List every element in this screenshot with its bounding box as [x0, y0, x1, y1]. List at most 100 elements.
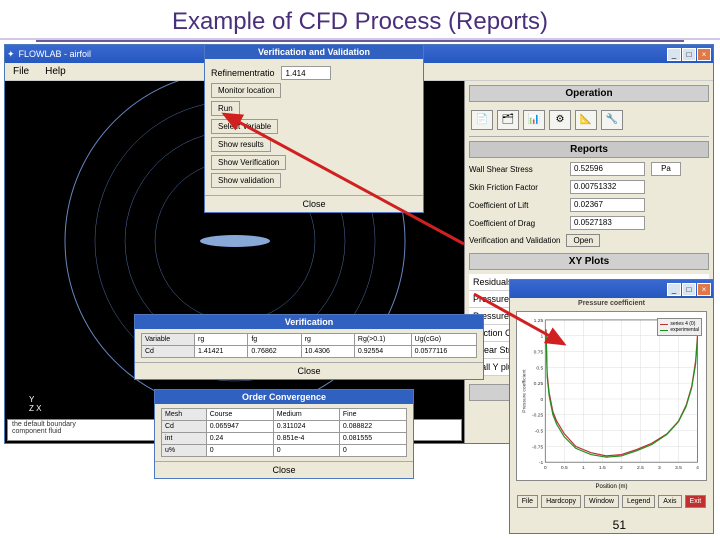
op-icon-5[interactable]: 📐 [575, 110, 597, 130]
order-conv-dialog: Order Convergence Mesh Course Medium Fin… [154, 389, 414, 479]
table-cell: Medium [273, 409, 339, 421]
chart-window-button[interactable]: Window [584, 495, 619, 508]
table-cell: 0 [206, 445, 273, 457]
table-cell: 0 [273, 445, 339, 457]
svg-text:-1: -1 [539, 460, 544, 466]
svg-text:0.75: 0.75 [534, 350, 544, 356]
table-cell: Variable [142, 334, 195, 346]
show-validation-button[interactable]: Show validation [211, 173, 281, 188]
show-verification-button[interactable]: Show Verification [211, 155, 286, 170]
table-cell: 10.4306 [301, 346, 354, 358]
chart-window: _ □ × Pressure coefficient -1-0.75-0.5-0… [509, 279, 714, 534]
verification-close[interactable]: Close [135, 362, 483, 379]
show-results-button[interactable]: Show results [211, 137, 271, 152]
chart-legend: series 4 (0) experimental [657, 318, 702, 336]
verification-title: Verification [135, 315, 483, 329]
chart-file-button[interactable]: File [517, 495, 538, 508]
svg-text:0: 0 [544, 465, 547, 471]
refinement-input[interactable] [281, 66, 331, 80]
maximize-button[interactable]: □ [682, 48, 696, 61]
svg-text:0.25: 0.25 [534, 381, 544, 387]
op-icon-3[interactable]: 📊 [523, 110, 545, 130]
table-cell: 0.76862 [248, 346, 301, 358]
table-cell: rg [301, 334, 354, 346]
chart-hardcopy-button[interactable]: Hardcopy [541, 495, 581, 508]
svg-text:-0.25: -0.25 [532, 413, 544, 419]
op-icon-6[interactable]: 🔧 [601, 110, 623, 130]
vv-close-bar[interactable]: Close [205, 195, 423, 212]
table-cell: Rg(>0.1) [354, 334, 411, 346]
table-cell: 1.41421 [195, 346, 248, 358]
table-cell: 0.24 [206, 433, 273, 445]
report-unit[interactable]: Pa [651, 162, 681, 176]
run-button[interactable]: Run [211, 101, 240, 116]
op-icon-1[interactable]: 📄 [471, 110, 493, 130]
minimize-button[interactable]: _ [667, 48, 681, 61]
vv-dialog-title: Verification and Validation [205, 45, 423, 59]
chart-area: -1-0.75-0.5-0.2500.250.50.7511.2500.511.… [516, 311, 707, 481]
table-cell: 0.081555 [339, 433, 406, 445]
reports-header: Reports [469, 141, 709, 158]
order-conv-table: Mesh Course Medium Fine Cd 0.065947 0.31… [161, 408, 407, 457]
svg-text:2: 2 [620, 465, 623, 471]
close-button[interactable]: × [697, 48, 711, 61]
report-value[interactable]: 0.02367 [570, 198, 645, 212]
open-button[interactable]: Open [566, 234, 600, 247]
table-cell: 0.088822 [339, 421, 406, 433]
svg-text:1: 1 [582, 465, 585, 471]
page-number: 51 [613, 518, 626, 532]
xy-plots-header: XY Plots [469, 253, 709, 270]
svg-text:3.5: 3.5 [675, 465, 682, 471]
close-button[interactable]: × [697, 283, 711, 296]
svg-text:-0.5: -0.5 [535, 429, 544, 435]
app-icon: ✦ [7, 49, 15, 60]
svg-text:-0.75: -0.75 [532, 444, 544, 450]
table-cell: 0.0577116 [411, 346, 476, 358]
legend-label: experimental [670, 327, 699, 333]
app-title-text: FLOWLAB - airfoil [19, 49, 92, 59]
report-label: Wall Shear Stress [469, 165, 564, 174]
verification-table: Variable rg fg rg Rg(>0.1) Ug(cGo) Cd 1.… [141, 333, 477, 358]
vv-open-row: Verification and Validation Open [469, 234, 709, 247]
axes-label: Y Z X [29, 395, 41, 413]
minimize-button[interactable]: _ [667, 283, 681, 296]
chart-window-title [512, 284, 515, 294]
svg-text:0.5: 0.5 [536, 365, 543, 371]
menu-help[interactable]: Help [45, 66, 66, 77]
operation-toolbar: 📄 🗂 📊 ⚙ 📐 🔧 [469, 106, 709, 137]
op-icon-2[interactable]: 🗂 [497, 110, 519, 130]
table-cell: 0 [339, 445, 406, 457]
menu-file[interactable]: File [13, 66, 29, 77]
select-variable-button[interactable]: Select Variable [211, 119, 278, 134]
reports-section: Reports Wall Shear Stress 0.52596 Pa Ski… [469, 141, 709, 247]
vv-label: Verification and Validation [469, 236, 560, 245]
verification-dialog: Verification Variable rg fg rg Rg(>0.1) … [134, 314, 484, 380]
report-value[interactable]: 0.52596 [570, 162, 645, 176]
operation-header: Operation [469, 85, 709, 102]
svg-text:0: 0 [541, 397, 544, 403]
order-conv-close[interactable]: Close [155, 461, 413, 478]
op-icon-4[interactable]: ⚙ [549, 110, 571, 130]
chart-axis-button[interactable]: Axis [658, 495, 681, 508]
table-cell: u% [162, 445, 207, 457]
report-value[interactable]: 0.00751332 [570, 180, 645, 194]
report-label: Coefficient of Drag [469, 219, 564, 228]
report-value[interactable]: 0.0527183 [570, 216, 645, 230]
report-row-cl: Coefficient of Lift 0.02367 [469, 198, 709, 212]
svg-text:2.5: 2.5 [637, 465, 644, 471]
table-cell: fg [248, 334, 301, 346]
svg-text:4: 4 [696, 465, 699, 471]
chart-legend-button[interactable]: Legend [622, 495, 655, 508]
monitor-location-button[interactable]: Monitor location [211, 83, 281, 98]
table-cell: 0.92554 [354, 346, 411, 358]
svg-text:3: 3 [658, 465, 661, 471]
chart-toolbar: File Hardcopy Window Legend Axis Exit [510, 491, 713, 512]
table-cell: Fine [339, 409, 406, 421]
table-cell: 0.851e-4 [273, 433, 339, 445]
window-controls: _ □ × [667, 48, 711, 61]
maximize-button[interactable]: □ [682, 283, 696, 296]
chart-exit-button[interactable]: Exit [685, 495, 707, 508]
table-cell: Ug(cGo) [411, 334, 476, 346]
report-row-sff: Skin Friction Factor 0.00751332 [469, 180, 709, 194]
refinement-label: Refinementratio [211, 68, 275, 78]
